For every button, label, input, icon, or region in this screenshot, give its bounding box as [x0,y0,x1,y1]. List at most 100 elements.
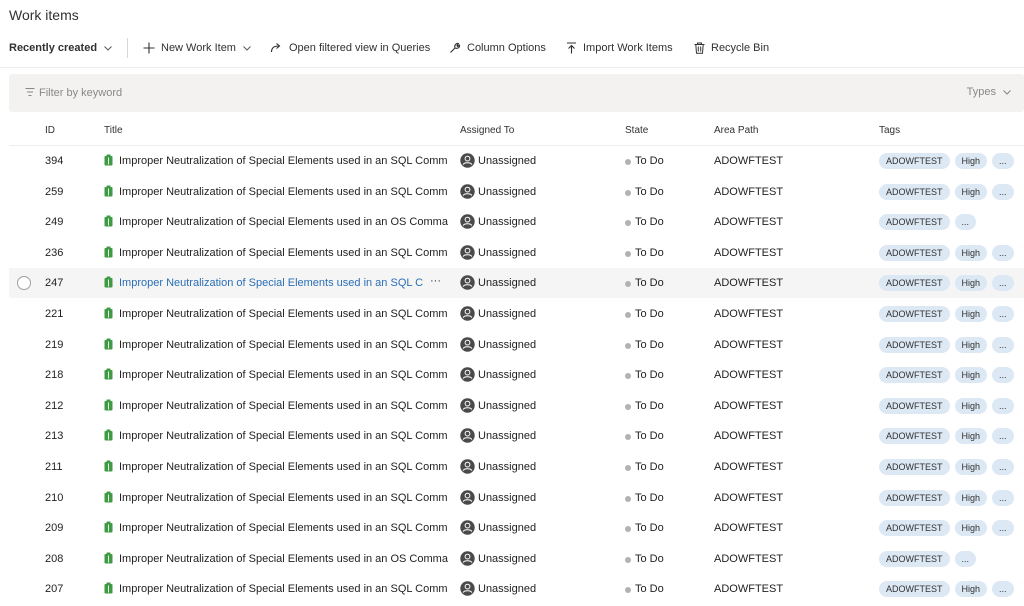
work-item-state: To Do [635,552,664,565]
table-row[interactable]: 219 Improper Neutralization of Special El… [9,330,1024,360]
tag-pill[interactable]: ADOWFTEST [879,244,950,261]
table-row[interactable]: 247 Improper Neutralization of Special El… [9,268,1024,299]
table-row[interactable]: 259 Improper Neutralization of Special El… [9,177,1024,207]
work-item-title-link[interactable]: Improper Neutralization of Special Eleme… [119,186,449,198]
tag-pill[interactable]: High [954,244,988,261]
table-row[interactable]: 221 Improper Neutralization of Special El… [9,299,1024,329]
tag-pill[interactable]: ADOWFTEST [879,275,950,292]
work-item-title-link[interactable]: Improper Neutralization of Special Eleme… [119,247,449,259]
tag-pill[interactable]: ADOWFTEST [879,153,950,169]
work-item-title-link[interactable]: Improper Neutralization of Special Eleme… [119,553,449,565]
tag-pill[interactable]: ADOWFTEST [879,336,950,353]
tag-overflow-button[interactable]: ... [992,428,1014,445]
tag-pill[interactable]: ADOWFTEST [879,397,950,414]
tag-overflow-button[interactable]: ... [992,183,1014,200]
row-more-actions-button[interactable]: ··· [430,275,441,287]
green-work-item-icon [104,429,113,444]
tag-pill[interactable]: ADOWFTEST [879,214,950,231]
tag-pill[interactable]: ADOWFTEST [879,183,950,200]
tag-overflow-button[interactable]: ... [992,367,1014,384]
redo-arrow-icon [270,43,281,53]
table-row[interactable]: 394 Improper Neutralization of Special El… [9,146,1024,176]
tag-pill[interactable]: High [954,367,988,384]
work-item-title-link[interactable]: Improper Neutralization of Special Eleme… [119,339,449,351]
new-work-item-button[interactable]: New Work Item [143,37,252,59]
column-header-title[interactable]: Title [104,125,123,136]
table-row[interactable]: 212 Improper Neutralization of Special El… [9,391,1024,421]
column-header-state[interactable]: State [625,125,648,136]
tag-overflow-button[interactable]: ... [992,306,1014,322]
column-options-button[interactable]: Column Options [449,37,546,59]
tag-overflow-button[interactable]: ... [992,153,1014,169]
tag-overflow-button[interactable]: ... [954,550,977,567]
tag-pill[interactable]: High [954,306,988,322]
work-item-title-link[interactable]: Improper Neutralization of Special Eleme… [119,430,449,442]
tag-overflow-button[interactable]: ... [992,520,1014,537]
recycle-bin-button[interactable]: Recycle Bin [694,37,769,59]
tag-overflow-button[interactable]: ... [954,214,977,231]
tag-pill[interactable]: ADOWFTEST [879,489,950,506]
tag-pill[interactable]: High [954,153,988,169]
table-row[interactable]: 209 Improper Neutralization of Special El… [9,513,1024,543]
tag-pill[interactable]: High [954,459,988,475]
tag-list: ADOWFTEST High... [879,244,1014,261]
tag-pill[interactable]: ADOWFTEST [879,520,950,537]
tag-pill[interactable]: High [954,336,988,353]
work-item-title-link[interactable]: Improper Neutralization of Special Eleme… [119,308,449,320]
tag-pill[interactable]: ADOWFTEST [879,581,950,598]
work-item-title-link[interactable]: Improper Neutralization of Special Eleme… [119,522,449,534]
column-header-area-path[interactable]: Area Path [714,125,758,136]
tag-overflow-button[interactable]: ... [992,397,1014,414]
work-item-title-link[interactable]: Improper Neutralization of Special Eleme… [119,461,449,473]
table-row[interactable]: 218 Improper Neutralization of Special El… [9,360,1024,390]
work-item-title-link[interactable]: Improper Neutralization of Special Eleme… [119,369,449,381]
tag-pill[interactable]: ADOWFTEST [879,367,950,384]
recently-created-dropdown[interactable]: Recently created [9,37,113,59]
open-filtered-view-button[interactable]: Open filtered view in Queries [270,37,430,59]
work-item-id: 249 [45,216,64,229]
tag-overflow-button[interactable]: ... [992,244,1014,261]
tag-overflow-button[interactable]: ... [992,275,1014,292]
tag-pill[interactable]: High [954,520,988,537]
table-row[interactable]: 210 Improper Neutralization of Special El… [9,483,1024,513]
work-item-title-link[interactable]: Improper Neutralization of Special Eleme… [119,155,449,167]
tag-pill[interactable]: High [954,397,988,414]
table-row[interactable]: 207 Improper Neutralization of Special El… [9,574,1024,604]
tag-list: ADOWFTEST High... [879,489,1014,506]
row-select-radio[interactable] [17,276,31,291]
work-item-title-link[interactable]: Improper Neutralization of Special Eleme… [119,400,449,412]
tag-pill[interactable]: ADOWFTEST [879,459,950,475]
table-row[interactable]: 213 Improper Neutralization of Special El… [9,421,1024,451]
tag-pill[interactable]: High [954,183,988,200]
tag-pill[interactable]: ADOWFTEST [879,306,950,322]
table-row[interactable]: 236 Improper Neutralization of Special El… [9,238,1024,268]
tag-pill[interactable]: ADOWFTEST [879,550,950,567]
work-item-state: To Do [635,185,664,198]
tag-pill[interactable]: High [954,428,988,445]
tag-overflow-button[interactable]: ... [992,581,1014,598]
work-item-title-link[interactable]: Improper Neutralization of Special Eleme… [119,277,424,289]
table-row[interactable]: 208 Improper Neutralization of Special El… [9,544,1024,574]
tag-overflow-button[interactable]: ... [992,459,1014,475]
table-row[interactable]: 249 Improper Neutralization of Special El… [9,207,1024,237]
import-work-items-button[interactable]: Import Work Items [566,37,673,59]
table-row[interactable]: 211 Improper Neutralization of Special El… [9,452,1024,482]
work-item-title-link[interactable]: Improper Neutralization of Special Eleme… [119,492,449,504]
work-item-title-link[interactable]: Improper Neutralization of Special Eleme… [119,216,449,228]
types-label: Types [966,86,996,98]
column-header-id[interactable]: ID [45,125,55,136]
tag-list: ADOWFTEST High... [879,153,1014,169]
filter-keyword-input[interactable] [39,84,639,102]
types-filter-dropdown[interactable]: Types [967,86,1012,98]
tag-pill[interactable]: High [954,489,988,506]
tag-pill[interactable]: High [954,581,988,598]
work-item-title-link[interactable]: Improper Neutralization of Special Eleme… [119,583,449,595]
tag-pill[interactable]: ADOWFTEST [879,428,950,445]
column-header-assigned-to[interactable]: Assigned To [460,125,514,136]
tag-overflow-button[interactable]: ... [992,336,1014,353]
tag-overflow-button[interactable]: ... [992,489,1014,506]
tag-pill[interactable]: High [954,275,988,292]
recycle-bin-label: Recycle Bin [711,42,770,54]
assigned-to: Unassigned [478,155,537,167]
column-header-tags[interactable]: Tags [879,125,900,136]
